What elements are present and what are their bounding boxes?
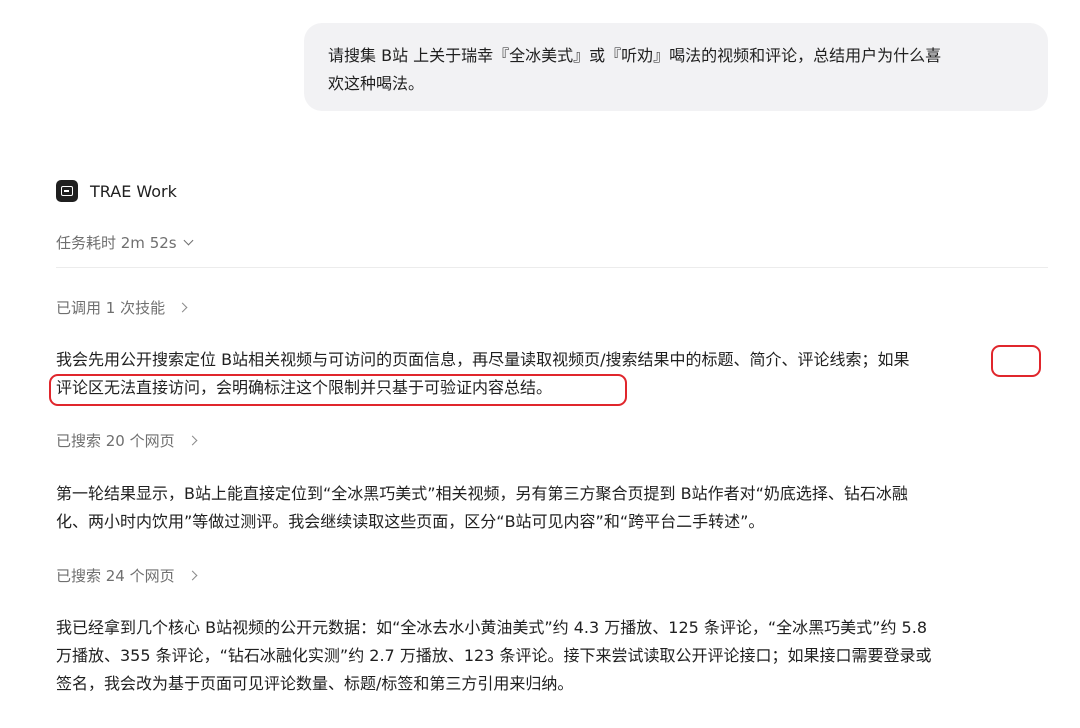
chevron-right-icon xyxy=(187,570,198,580)
chevron-down-icon xyxy=(183,235,194,245)
chevron-right-icon xyxy=(177,302,188,312)
paragraph-line: 万播放、355 条评论，“钻石冰融化实测”约 2.7 万播放、123 条评论。接… xyxy=(56,646,932,665)
divider xyxy=(56,267,1048,268)
chevron-right-icon xyxy=(187,435,198,445)
step-label: 已搜索 20 个网页 xyxy=(56,431,175,450)
terminal-icon xyxy=(56,180,78,202)
user-message-bubble: 请搜集 B站 上关于瑞幸『全冰美式』或『听劝』喝法的视频和评论，总结用户为什么喜… xyxy=(304,23,1048,111)
user-message-line: 请搜集 B站 上关于瑞幸『全冰美式』或『听劝』喝法的视频和评论，总结用户为什么喜 xyxy=(328,46,942,65)
paragraph-line: 评论区无法直接访问，会明确标注这个限制并只基于可验证内容总结。 xyxy=(56,378,553,397)
search-step[interactable]: 已搜索 24 个网页 xyxy=(56,563,198,587)
assistant-paragraph: 我已经拿到几个核心 B站视频的公开元数据：如“全冰去水小黄油美式”约 4.3 万… xyxy=(56,614,1046,698)
step-label: 已调用 1 次技能 xyxy=(56,298,166,317)
paragraph-line: 签名，我会改为基于页面可见评论数量、标题/标签和第三方引用来归纳。 xyxy=(56,674,574,693)
paragraph-line: 我已经拿到几个核心 B站视频的公开元数据：如“全冰去水小黄油美式”约 4.3 万… xyxy=(56,618,927,637)
skill-call-step[interactable]: 已调用 1 次技能 xyxy=(56,295,188,319)
assistant-paragraph: 我会先用公开搜索定位 B站相关视频与可访问的页面信息，再尽量读取视频页/搜索结果… xyxy=(56,346,1046,402)
search-step[interactable]: 已搜索 20 个网页 xyxy=(56,428,198,452)
assistant-name: TRAE Work xyxy=(90,181,177,201)
assistant-header: TRAE Work xyxy=(56,178,177,204)
assistant-paragraph: 第一轮结果显示，B站上能直接定位到“全冰黑巧美式”相关视频，另有第三方聚合页提到… xyxy=(56,480,1046,536)
paragraph-line: 化、两小时内饮用”等做过测评。我会继续读取这些页面，区分“B站可见内容”和“跨平… xyxy=(56,512,765,531)
user-message-line: 欢这种喝法。 xyxy=(328,74,425,93)
paragraph-line: 第一轮结果显示，B站上能直接定位到“全冰黑巧美式”相关视频，另有第三方聚合页提到… xyxy=(56,484,908,503)
task-duration-label: 任务耗时 2m 52s xyxy=(56,233,177,252)
paragraph-line: 我会先用公开搜索定位 B站相关视频与可访问的页面信息，再尽量读取视频页/搜索结果… xyxy=(56,350,910,369)
step-label: 已搜索 24 个网页 xyxy=(56,566,175,585)
chat-view: 请搜集 B站 上关于瑞幸『全冰美式』或『听劝』喝法的视频和评论，总结用户为什么喜… xyxy=(0,0,1080,728)
task-duration-toggle[interactable]: 任务耗时 2m 52s xyxy=(56,230,194,254)
